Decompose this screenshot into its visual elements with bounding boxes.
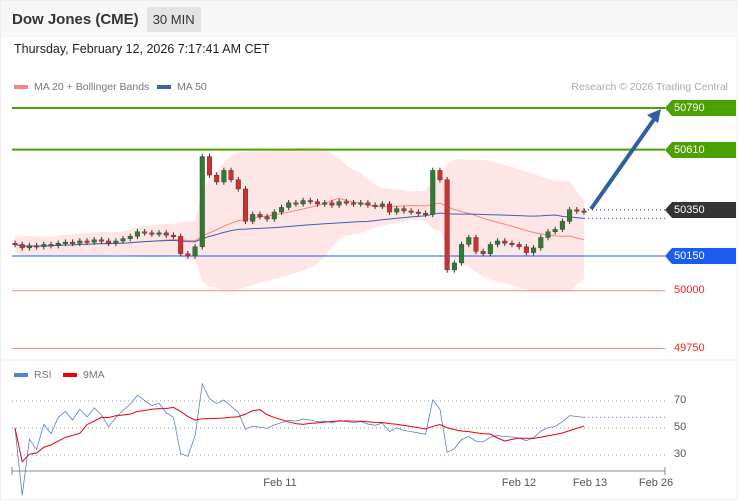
- pivot-tag: 50150: [665, 248, 736, 264]
- candle: [538, 238, 543, 248]
- candle: [171, 235, 176, 237]
- candle: [322, 203, 327, 205]
- candle: [531, 248, 536, 253]
- bollinger-band: [15, 147, 584, 292]
- candle: [459, 244, 464, 263]
- candle: [510, 243, 515, 245]
- candle: [344, 202, 349, 204]
- candle: [193, 247, 198, 256]
- candle: [236, 180, 241, 189]
- candle: [495, 241, 500, 244]
- candle: [34, 246, 39, 248]
- candle: [243, 189, 248, 221]
- price-chart[interactable]: [1, 1, 738, 501]
- candle: [99, 240, 104, 242]
- candle: [135, 232, 140, 237]
- candle: [200, 157, 205, 247]
- candle: [70, 242, 75, 244]
- candle: [358, 203, 363, 205]
- candle: [430, 170, 435, 214]
- candle: [279, 207, 284, 212]
- candle: [49, 244, 54, 246]
- resistance-1-tag: 50610: [665, 142, 736, 158]
- candle: [27, 246, 32, 248]
- candle: [560, 221, 565, 229]
- candle: [92, 240, 97, 242]
- candle: [337, 202, 342, 205]
- candle: [258, 214, 263, 216]
- candle: [582, 211, 587, 213]
- candle: [567, 210, 572, 222]
- candle: [445, 180, 450, 270]
- candle: [128, 236, 133, 238]
- candle: [351, 203, 356, 205]
- candle: [42, 244, 47, 246]
- rsi-tick-70: 70: [674, 394, 686, 406]
- candle: [157, 233, 162, 235]
- candle: [380, 204, 385, 206]
- candle: [150, 233, 155, 235]
- x-tick: Feb 13: [573, 477, 607, 489]
- candle: [265, 217, 270, 219]
- candle: [178, 236, 183, 253]
- candle: [20, 244, 25, 247]
- candle: [301, 201, 306, 204]
- candle: [574, 210, 579, 212]
- target-arrow: [591, 118, 655, 209]
- candle: [13, 243, 18, 245]
- candle: [229, 170, 234, 179]
- candle: [164, 233, 169, 235]
- candle: [121, 239, 126, 241]
- x-tick: Feb 12: [502, 477, 536, 489]
- candle: [373, 205, 378, 207]
- candle: [250, 214, 255, 221]
- candle: [85, 241, 90, 243]
- candle: [502, 241, 507, 243]
- candle: [553, 229, 558, 231]
- candle: [466, 238, 471, 245]
- candle: [488, 244, 493, 253]
- candle: [517, 244, 522, 246]
- candle: [114, 241, 119, 243]
- candle: [481, 251, 486, 253]
- candle: [452, 263, 457, 270]
- candle: [78, 241, 83, 243]
- candle: [387, 204, 392, 212]
- candle: [308, 201, 313, 203]
- candle: [286, 203, 291, 208]
- rsi-tick-50: 50: [674, 421, 686, 433]
- candle: [63, 242, 68, 244]
- x-tick: Feb 11: [263, 477, 296, 489]
- candle: [186, 254, 191, 256]
- candle: [438, 170, 443, 179]
- rsi-tick-30: 30: [674, 448, 686, 460]
- candle: [207, 157, 212, 176]
- candle: [315, 202, 320, 204]
- candle: [423, 213, 428, 215]
- candle: [330, 203, 335, 205]
- candle: [214, 175, 219, 182]
- candle: [394, 209, 399, 212]
- candle: [409, 211, 414, 213]
- candle: [142, 232, 147, 234]
- candle: [294, 203, 299, 205]
- candle: [106, 241, 111, 243]
- candle: [402, 209, 407, 211]
- x-tick: Feb 26: [639, 477, 673, 489]
- candle: [366, 203, 371, 205]
- rsi-9ma-line: [15, 407, 584, 461]
- candle: [56, 243, 61, 245]
- candle: [416, 212, 421, 214]
- support-2-label: 49750: [674, 342, 705, 354]
- candle: [546, 232, 551, 238]
- candle: [474, 238, 479, 252]
- last-price-tag: 50350: [665, 202, 736, 218]
- candle: [272, 212, 277, 219]
- candle: [524, 247, 529, 253]
- resistance-2-tag: 50790: [665, 100, 736, 116]
- candle: [222, 170, 227, 182]
- support-1-label: 50000: [674, 284, 705, 296]
